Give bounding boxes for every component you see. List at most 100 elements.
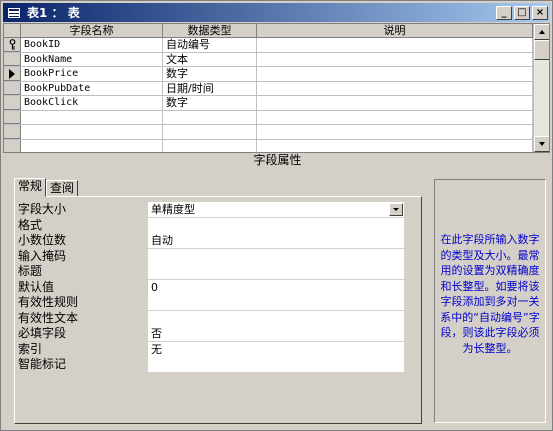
data-type-cell[interactable]: 数字 (163, 96, 257, 110)
property-label: 有效性规则 (18, 295, 79, 309)
grid-body: BookID 自动编号 BookName 文本 BookPrice 数字 BookPubDa… (4, 38, 549, 152)
property-value-field[interactable]: 0 (148, 279, 404, 295)
maximize-button[interactable]: □ (514, 5, 530, 20)
table-design-window: 表1 ： 表 _ □ × 字段名称 数据类型 说明 BookID 自动编号 Book… (0, 0, 553, 431)
table-row[interactable]: BookID 自动编号 (4, 38, 549, 53)
row-selector[interactable] (4, 139, 21, 152)
property-value-field[interactable] (148, 310, 404, 326)
field-name-cell[interactable]: BookClick (21, 96, 163, 110)
data-type-cell[interactable]: 数字 (163, 67, 257, 81)
table-row[interactable]: BookClick 数字 (4, 96, 549, 111)
field-name-cell[interactable]: BookName (21, 52, 163, 66)
property-row: 索引 无 (18, 341, 404, 357)
vertical-scrollbar[interactable] (533, 24, 549, 152)
grid-header: 字段名称 数据类型 说明 (4, 24, 549, 38)
header-description[interactable]: 说明 (257, 24, 533, 37)
property-value-field[interactable] (148, 217, 404, 233)
property-label: 默认值 (18, 279, 55, 294)
description-cell[interactable] (257, 96, 533, 110)
row-selector[interactable] (4, 67, 21, 81)
field-properties-title: 字段属性 (253, 153, 302, 167)
row-selector[interactable] (4, 52, 21, 66)
property-value-field[interactable]: 无 (148, 341, 404, 357)
row-selector[interactable] (4, 110, 21, 124)
header-field-name[interactable]: 字段名称 (21, 24, 163, 37)
title-bar[interactable]: 表1 ： 表 _ □ × (3, 3, 550, 22)
property-value-field[interactable] (148, 357, 404, 372)
row-selector[interactable] (4, 96, 21, 110)
dropdown-arrow-icon[interactable] (389, 203, 403, 216)
property-tabs: 常规 查阅 (14, 178, 79, 197)
table-row[interactable]: BookName 文本 (4, 52, 549, 67)
data-type-cell[interactable] (163, 110, 257, 124)
description-cell[interactable] (257, 38, 533, 52)
row-selector[interactable] (4, 38, 21, 52)
data-type-cell[interactable] (163, 125, 257, 139)
header-selector[interactable] (4, 24, 21, 37)
data-type-cell[interactable] (163, 139, 257, 152)
description-cell[interactable] (257, 110, 533, 124)
general-tab-panel: 字段大小 单精度型格式 小数位数 自动 输入掩码 标题 默认值 0 有效性规则 有效性文本 必填字段… (14, 196, 422, 424)
description-cell[interactable] (257, 125, 533, 139)
property-value-text: 否 (151, 327, 162, 340)
current-row-arrow-icon (9, 69, 15, 79)
property-row: 有效性规则 (18, 295, 404, 310)
field-name-cell[interactable]: BookPubDate (21, 81, 163, 95)
description-cell[interactable] (257, 139, 533, 152)
tab-lookup[interactable]: 查阅 (46, 180, 79, 197)
property-row: 默认值 0 (18, 279, 404, 295)
row-selector[interactable] (4, 81, 21, 95)
property-value-field[interactable]: 单精度型 (148, 202, 404, 217)
property-row: 标题 (18, 264, 404, 279)
description-cell[interactable] (257, 52, 533, 66)
help-panel: 在此字段所输入数字的类型及大小。最常用的设置为双精确度和长整型。如要将该字段添加… (434, 179, 546, 423)
table-row[interactable]: BookPrice 数字 (4, 67, 549, 82)
property-value-field[interactable] (148, 248, 404, 264)
property-value-text: 单精度型 (151, 203, 195, 216)
property-value-text: 自动 (151, 234, 173, 247)
property-row: 有效性文本 (18, 310, 404, 326)
property-value-text: 无 (151, 342, 162, 356)
description-cell[interactable] (257, 67, 533, 81)
field-name-cell[interactable] (21, 110, 163, 124)
property-row: 智能标记 (18, 357, 404, 372)
field-name-cell[interactable]: BookPrice (21, 67, 163, 81)
property-value-field[interactable] (148, 264, 404, 279)
property-row: 必填字段 否 (18, 326, 404, 341)
property-value-field[interactable]: 否 (148, 326, 404, 341)
table-icon (7, 6, 21, 19)
table-row[interactable] (4, 110, 549, 125)
tab-general[interactable]: 常规 (14, 178, 47, 197)
table-row[interactable]: BookPubDate 日期/时间 (4, 81, 549, 96)
data-type-cell[interactable]: 日期/时间 (163, 81, 257, 95)
property-value-field[interactable]: 自动 (148, 233, 404, 248)
primary-key-icon (9, 39, 16, 50)
property-row: 格式 (18, 217, 404, 233)
property-row: 输入掩码 (18, 248, 404, 264)
help-text: 在此字段所输入数字的类型及大小。最常用的设置为双精确度和长整型。如要将该字段添加… (440, 233, 540, 355)
data-type-cell[interactable]: 文本 (163, 52, 257, 66)
table-row[interactable] (4, 139, 549, 152)
field-name-cell[interactable]: BookID (21, 38, 163, 52)
close-button[interactable]: × (532, 5, 548, 20)
property-label: 字段大小 (18, 202, 67, 216)
scroll-down-button[interactable] (534, 136, 549, 152)
data-type-cell[interactable]: 自动编号 (163, 38, 257, 52)
property-label: 格式 (18, 217, 43, 232)
row-selector[interactable] (4, 125, 21, 139)
field-name-cell[interactable] (21, 125, 163, 139)
property-label: 有效性文本 (18, 310, 79, 325)
header-data-type[interactable]: 数据类型 (163, 24, 257, 37)
property-label: 索引 (18, 341, 43, 356)
property-label: 标题 (18, 264, 43, 278)
minimize-button[interactable]: _ (496, 5, 512, 20)
scroll-thumb[interactable] (534, 40, 549, 60)
property-value-field[interactable] (148, 295, 404, 310)
property-row: 小数位数 自动 (18, 233, 404, 248)
table-row[interactable] (4, 125, 549, 140)
scroll-up-button[interactable] (534, 24, 549, 40)
property-label: 智能标记 (18, 357, 67, 371)
description-cell[interactable] (257, 81, 533, 95)
property-row: 字段大小 单精度型 (18, 202, 404, 217)
field-name-cell[interactable] (21, 139, 163, 152)
